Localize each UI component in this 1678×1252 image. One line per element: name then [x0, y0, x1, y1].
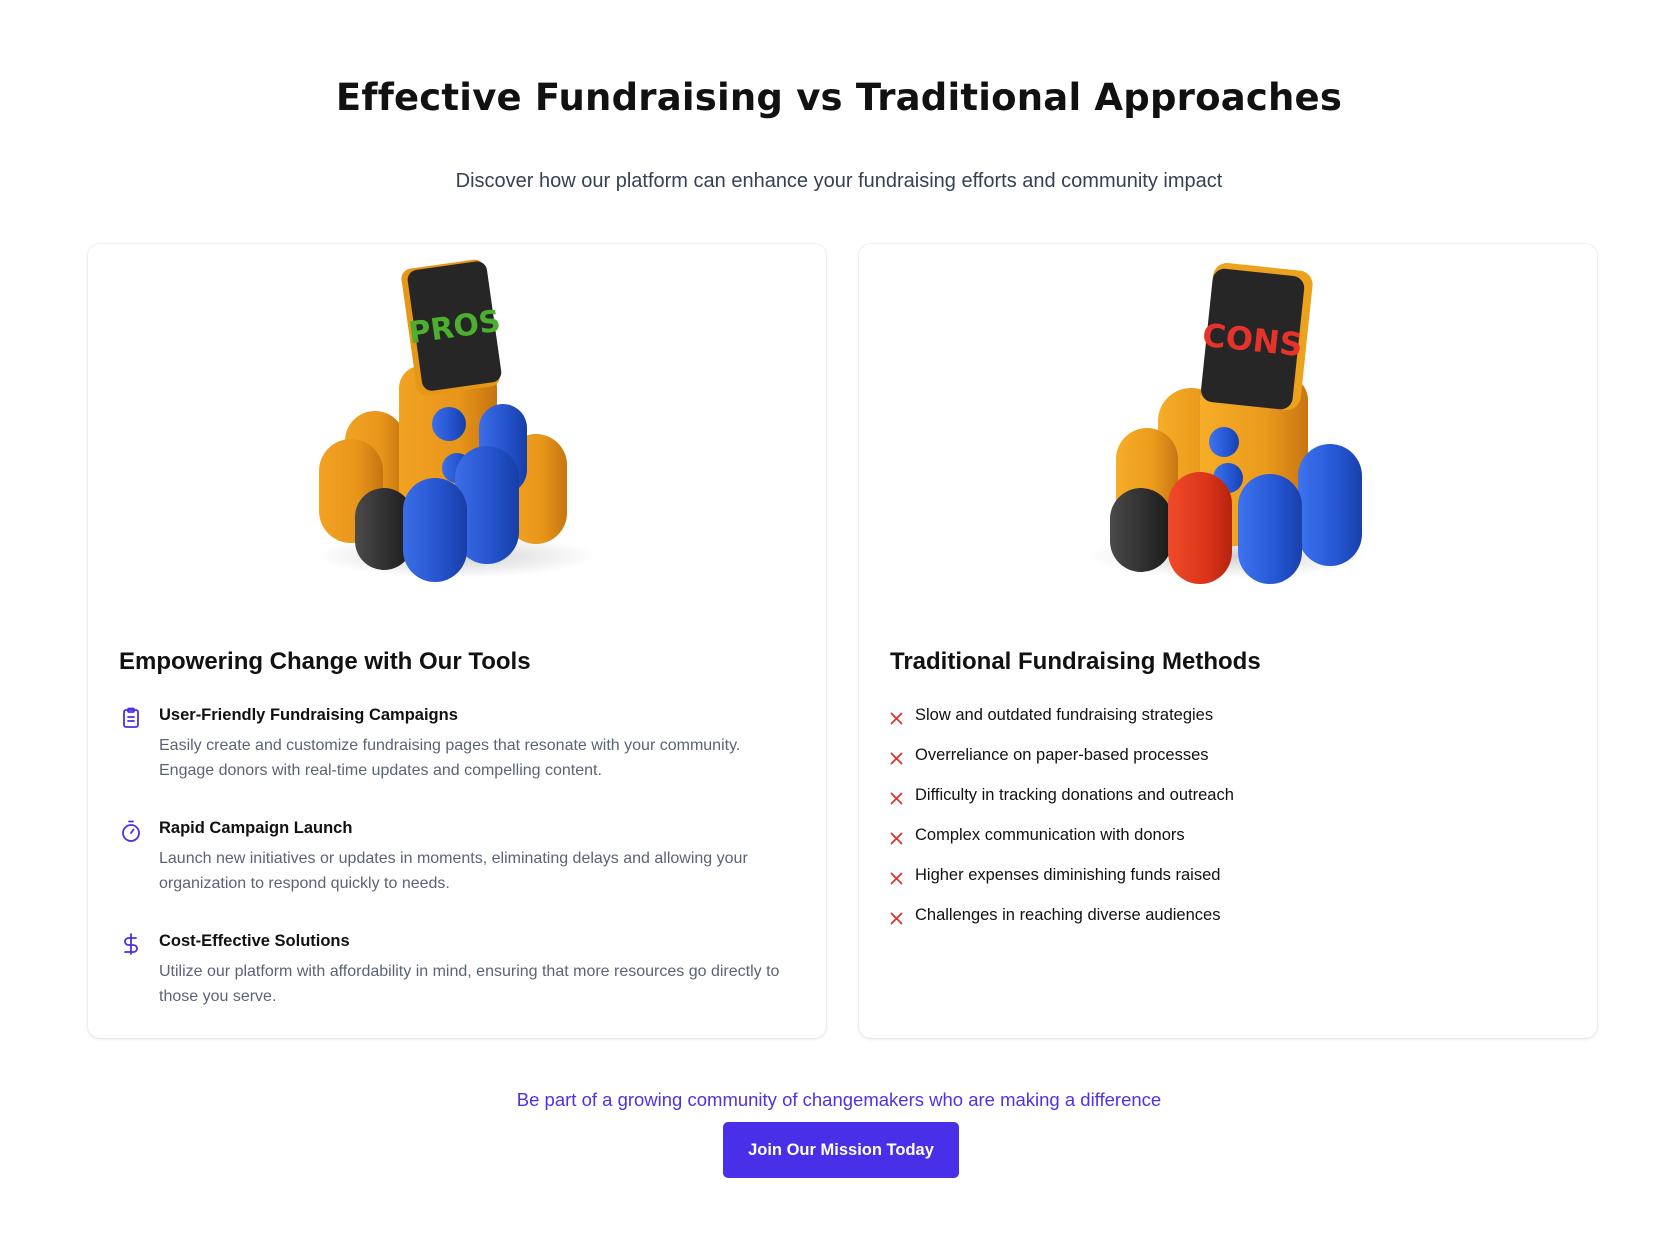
- pros-feature-list: User-Friendly Fundraising Campaigns Easi…: [119, 704, 799, 1043]
- list-item: Complex communication with donors: [890, 824, 1570, 864]
- cons-item-text: Overreliance on paper-based processes: [915, 746, 1209, 764]
- feature-item: Rapid Campaign Launch Launch new initiat…: [119, 817, 799, 930]
- feature-item: User-Friendly Fundraising Campaigns Easi…: [119, 704, 799, 817]
- cons-item-text: Complex communication with donors: [915, 826, 1185, 844]
- x-icon: [890, 909, 903, 925]
- feature-title: Rapid Campaign Launch: [159, 819, 353, 837]
- feature-title: Cost-Effective Solutions: [159, 932, 350, 950]
- list-item: Slow and outdated fundraising strategies: [890, 704, 1570, 744]
- join-mission-button[interactable]: Join Our Mission Today: [723, 1122, 959, 1178]
- cons-item-text: Higher expenses diminishing funds raised: [915, 866, 1221, 884]
- pros-card: PROS Empowering Change with Our Tools Us…: [88, 244, 826, 1038]
- cta-text: Be part of a growing community of change…: [516, 1089, 1162, 1110]
- x-icon: [890, 789, 903, 805]
- page-title: Effective Fundraising vs Traditional App…: [335, 76, 1343, 119]
- x-icon: [890, 829, 903, 845]
- list-item: Challenges in reaching diverse audiences: [890, 904, 1570, 944]
- cons-illustration: CONS: [859, 256, 1597, 596]
- list-item: Difficulty in tracking donations and out…: [890, 784, 1570, 824]
- feature-description: Launch new initiatives or updates in mom…: [159, 850, 748, 892]
- list-item: Overreliance on paper-based processes: [890, 744, 1570, 784]
- cons-item-text: Challenges in reaching diverse audiences: [915, 906, 1221, 924]
- cons-item-text: Slow and outdated fundraising strategies: [915, 706, 1214, 724]
- cons-list: Slow and outdated fundraising strategies…: [890, 704, 1570, 944]
- pros-illustration-image: PROS: [317, 259, 597, 582]
- cons-item-text: Difficulty in tracking donations and out…: [915, 786, 1234, 804]
- cons-illustration-image: CONS: [1088, 263, 1368, 584]
- stopwatch-icon: [119, 819, 143, 843]
- page-subtitle: Discover how our platform can enhance yo…: [455, 170, 1223, 192]
- list-item: Higher expenses diminishing funds raised: [890, 864, 1570, 904]
- feature-description: Easily create and customize fundraising …: [159, 737, 741, 779]
- cons-heading: Traditional Fundraising Methods: [890, 648, 1261, 675]
- pros-heading: Empowering Change with Our Tools: [119, 648, 531, 675]
- cons-card: CONS Traditional Fundraising Methods Slo…: [859, 244, 1597, 1038]
- pros-illustration: PROS: [88, 256, 826, 596]
- feature-title: User-Friendly Fundraising Campaigns: [159, 706, 458, 724]
- feature-item: Cost-Effective Solutions Utilize our pla…: [119, 930, 799, 1043]
- dollar-icon: [119, 932, 143, 956]
- x-icon: [890, 749, 903, 765]
- feature-description: Utilize our platform with affordability …: [159, 963, 780, 1005]
- clipboard-icon: [119, 706, 143, 730]
- x-icon: [890, 709, 903, 725]
- page: Effective Fundraising vs Traditional App…: [0, 0, 1678, 1252]
- x-icon: [890, 869, 903, 885]
